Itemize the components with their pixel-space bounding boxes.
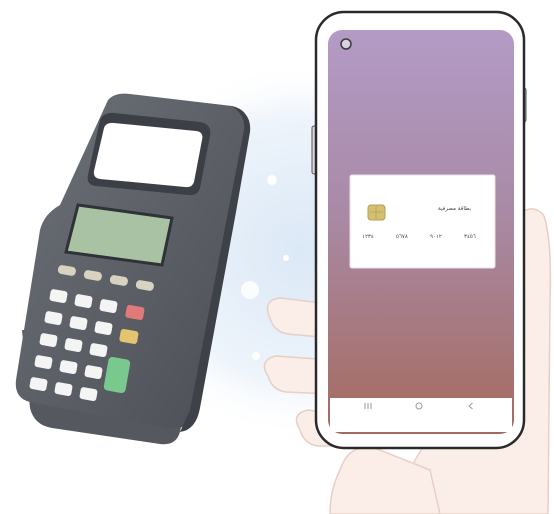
- back-icon[interactable]: [464, 399, 478, 413]
- card-number-group: ١٢٣٤: [362, 234, 374, 240]
- card-chip: [367, 204, 386, 221]
- card-number-group: ٩٠١٢: [430, 234, 442, 240]
- bank-card: [349, 174, 496, 269]
- card-number-group: ٥٦٧٨: [396, 234, 408, 240]
- nfc-payment-illustration: [15, 10, 552, 514]
- smartphone: [311, 10, 527, 450]
- card-name-label: بطاقة مصرفية: [438, 206, 472, 212]
- home-icon[interactable]: [412, 399, 426, 413]
- sparkle: [267, 175, 277, 185]
- sparkle: [241, 281, 259, 299]
- receipt-paper: [93, 122, 203, 188]
- front-camera: [340, 38, 352, 50]
- card-number-group: ٣٤٥٦: [464, 234, 476, 240]
- sparkle: [252, 352, 260, 360]
- sparkle: [283, 255, 289, 261]
- recent-apps-icon[interactable]: [361, 399, 375, 413]
